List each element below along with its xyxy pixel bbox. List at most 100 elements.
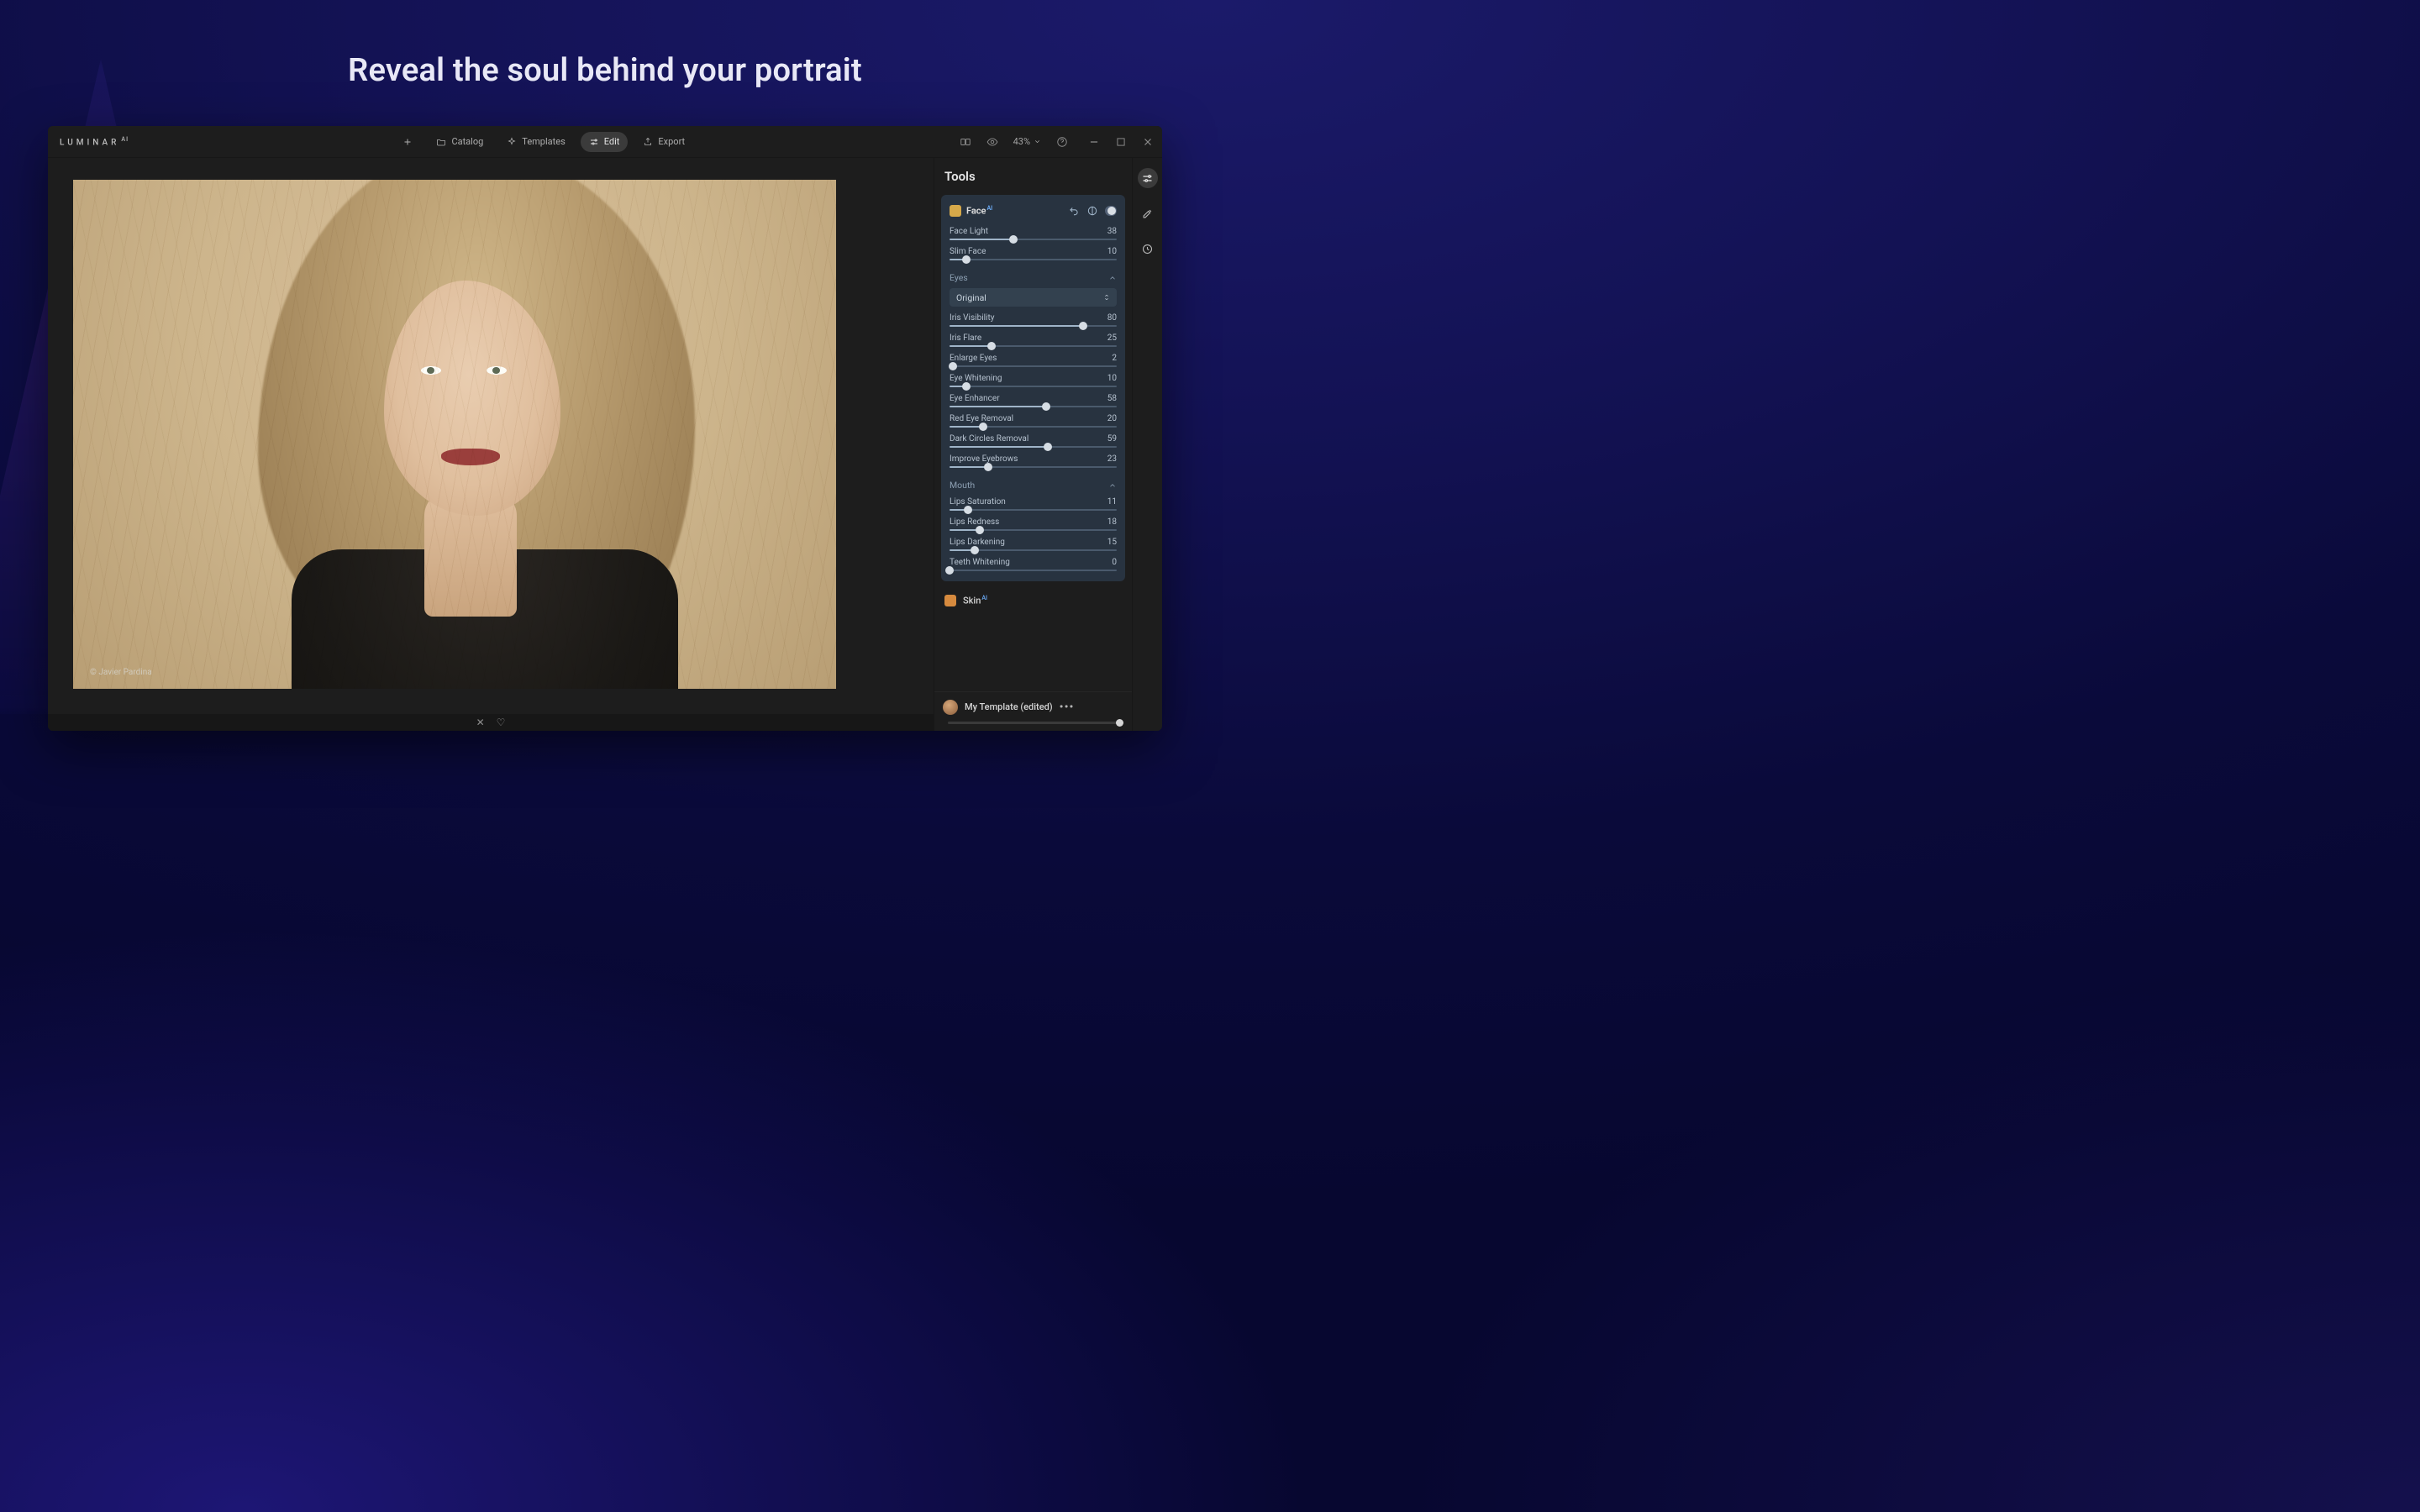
zoom-value: 43% xyxy=(1013,136,1030,147)
mouth-heading: Mouth xyxy=(950,480,975,491)
ai-badge: AI xyxy=(986,205,992,212)
nav-edit[interactable]: Edit xyxy=(581,132,629,152)
slider-label: Eye Whitening xyxy=(950,374,1002,383)
dark-circles-removal-slider[interactable]: Dark Circles Removal 59 xyxy=(950,434,1117,448)
canvas-area: © Javier Pardina ✕ ♡ xyxy=(48,158,934,731)
slider-value: 20 xyxy=(1107,414,1117,423)
eye-enhancer-slider[interactable]: Eye Enhancer58 xyxy=(950,394,1117,407)
reject-x-button[interactable]: ✕ xyxy=(476,717,485,728)
nav-catalog-label: Catalog xyxy=(451,136,483,147)
template-menu-button[interactable]: ••• xyxy=(1060,701,1075,714)
minimize-button[interactable] xyxy=(1088,136,1100,148)
photo-canvas[interactable]: © Javier Pardina xyxy=(73,180,836,689)
improve-eyebrows-slider[interactable]: Improve Eyebrows 23 xyxy=(950,454,1117,468)
lips-redness-slider[interactable]: Lips Redness 18 xyxy=(950,517,1117,531)
tools-panel-scroll[interactable]: FaceAI Face Light38 Slim Face10 xyxy=(934,195,1132,691)
help-button[interactable] xyxy=(1056,136,1068,148)
right-rail xyxy=(1132,158,1162,731)
brand-text: LUMINAR xyxy=(60,138,119,147)
sliders-icon xyxy=(589,137,599,147)
eyes-heading: Eyes xyxy=(950,272,968,283)
enlarge-eyes-slider[interactable]: Enlarge Eyes2 xyxy=(950,354,1117,367)
slider-value: 23 xyxy=(1107,454,1117,464)
ai-badge: AI xyxy=(981,595,987,601)
slider-label: Improve Eyebrows xyxy=(950,454,1018,464)
eyes-preset-select[interactable]: Original xyxy=(950,288,1117,307)
template-strength[interactable] xyxy=(934,722,1132,731)
slider-label: Eye Enhancer xyxy=(950,394,1000,403)
nav-templates[interactable]: Templates xyxy=(498,132,573,152)
skin-tool-icon xyxy=(944,595,956,606)
slider-value: 80 xyxy=(1107,313,1117,323)
eyes-preset-value: Original xyxy=(956,292,986,303)
nav-catalog[interactable]: Catalog xyxy=(428,132,492,152)
topbar-right: 43% xyxy=(960,136,1154,148)
mask-icon[interactable] xyxy=(1086,205,1098,217)
slider-value: 18 xyxy=(1107,517,1117,527)
rail-brush-button[interactable] xyxy=(1138,203,1158,223)
slider-value: 59 xyxy=(1107,434,1117,444)
maximize-button[interactable] xyxy=(1115,136,1127,148)
skin-tool-row[interactable]: SkinAI xyxy=(941,588,1125,613)
slim-face-slider[interactable]: Slim Face10 xyxy=(950,247,1117,260)
sparkle-icon xyxy=(507,137,517,147)
slider-value: 15 xyxy=(1107,538,1117,547)
brand-suffix: AI xyxy=(121,136,129,143)
top-nav: Catalog Templates Edit Export xyxy=(129,132,960,152)
zoom-dropdown[interactable]: 43% xyxy=(1013,136,1041,147)
slider-value: 2 xyxy=(1112,354,1117,363)
nav-export-label: Export xyxy=(658,136,685,147)
face-tool-title: FaceAI xyxy=(966,205,992,217)
compare-button[interactable] xyxy=(960,136,971,148)
chevron-up-icon xyxy=(1108,274,1117,282)
nav-export[interactable]: Export xyxy=(634,132,693,152)
slider-value: 11 xyxy=(1107,497,1117,507)
nav-edit-label: Edit xyxy=(604,136,620,147)
face-tool-header[interactable]: FaceAI xyxy=(950,202,1117,220)
undo-icon[interactable] xyxy=(1068,205,1080,217)
add-button[interactable] xyxy=(394,132,421,152)
slider-label: Lips Redness xyxy=(950,517,999,527)
skin-title-text: Skin xyxy=(963,596,981,606)
slider-label: Dark Circles Removal xyxy=(950,434,1028,444)
tools-panel: Tools FaceAI xyxy=(934,158,1132,731)
lips-darkening-slider[interactable]: Lips Darkening 15 xyxy=(950,538,1117,551)
tool-toggle[interactable] xyxy=(1105,205,1117,217)
rail-adjust-button[interactable] xyxy=(1138,168,1158,188)
face-light-label: Face Light xyxy=(950,227,988,236)
mouth-section-header[interactable]: Mouth xyxy=(950,480,1117,491)
slider-label: Lips Darkening xyxy=(950,538,1005,547)
skin-tool-title: SkinAI xyxy=(963,595,987,606)
eyes-section-header[interactable]: Eyes xyxy=(950,272,1117,283)
close-button[interactable] xyxy=(1142,136,1154,148)
app-body: © Javier Pardina ✕ ♡ Tools FaceAI xyxy=(48,158,1162,731)
iris-flare-slider[interactable]: Iris Flare25 xyxy=(950,333,1117,347)
slider-value: 10 xyxy=(1107,374,1117,383)
slider-value: 25 xyxy=(1107,333,1117,343)
slider-label: Lips Saturation xyxy=(950,497,1006,507)
red-eye-removal-slider[interactable]: Red Eye Removal20 xyxy=(950,414,1117,428)
tools-panel-title: Tools xyxy=(934,158,1132,195)
plus-icon xyxy=(402,137,413,147)
face-light-slider[interactable]: Face Light 38 xyxy=(950,227,1117,240)
lips-saturation-slider[interactable]: Lips Saturation 11 xyxy=(950,497,1117,511)
photo-watermark: © Javier Pardina xyxy=(90,668,152,677)
window-controls xyxy=(1088,136,1154,148)
rail-history-button[interactable] xyxy=(1138,239,1158,259)
face-light-value: 38 xyxy=(1107,227,1117,236)
teeth-whitening-slider[interactable]: Teeth Whitening 0 xyxy=(950,558,1117,571)
template-label: My Template (edited) xyxy=(965,701,1053,712)
preview-eye-button[interactable] xyxy=(986,136,998,148)
favorite-heart-button[interactable]: ♡ xyxy=(497,717,506,728)
eye-whitening-slider[interactable]: Eye Whitening 10 xyxy=(950,374,1117,387)
marketing-headline: Reveal the soul behind your portrait xyxy=(0,52,1210,89)
face-tool-title-text: Face xyxy=(966,206,986,217)
iris-visibility-slider[interactable]: Iris Visibility 80 xyxy=(950,313,1117,327)
slim-face-value: 10 xyxy=(1107,247,1117,256)
slider-value: 0 xyxy=(1112,558,1117,567)
top-bar: LUMINARAI Catalog Templates xyxy=(48,126,1162,158)
slider-label: Teeth Whitening xyxy=(950,558,1010,567)
face-header-actions xyxy=(1068,205,1117,217)
slider-label: Iris Visibility xyxy=(950,313,995,323)
app-brand: LUMINARAI xyxy=(60,136,129,147)
